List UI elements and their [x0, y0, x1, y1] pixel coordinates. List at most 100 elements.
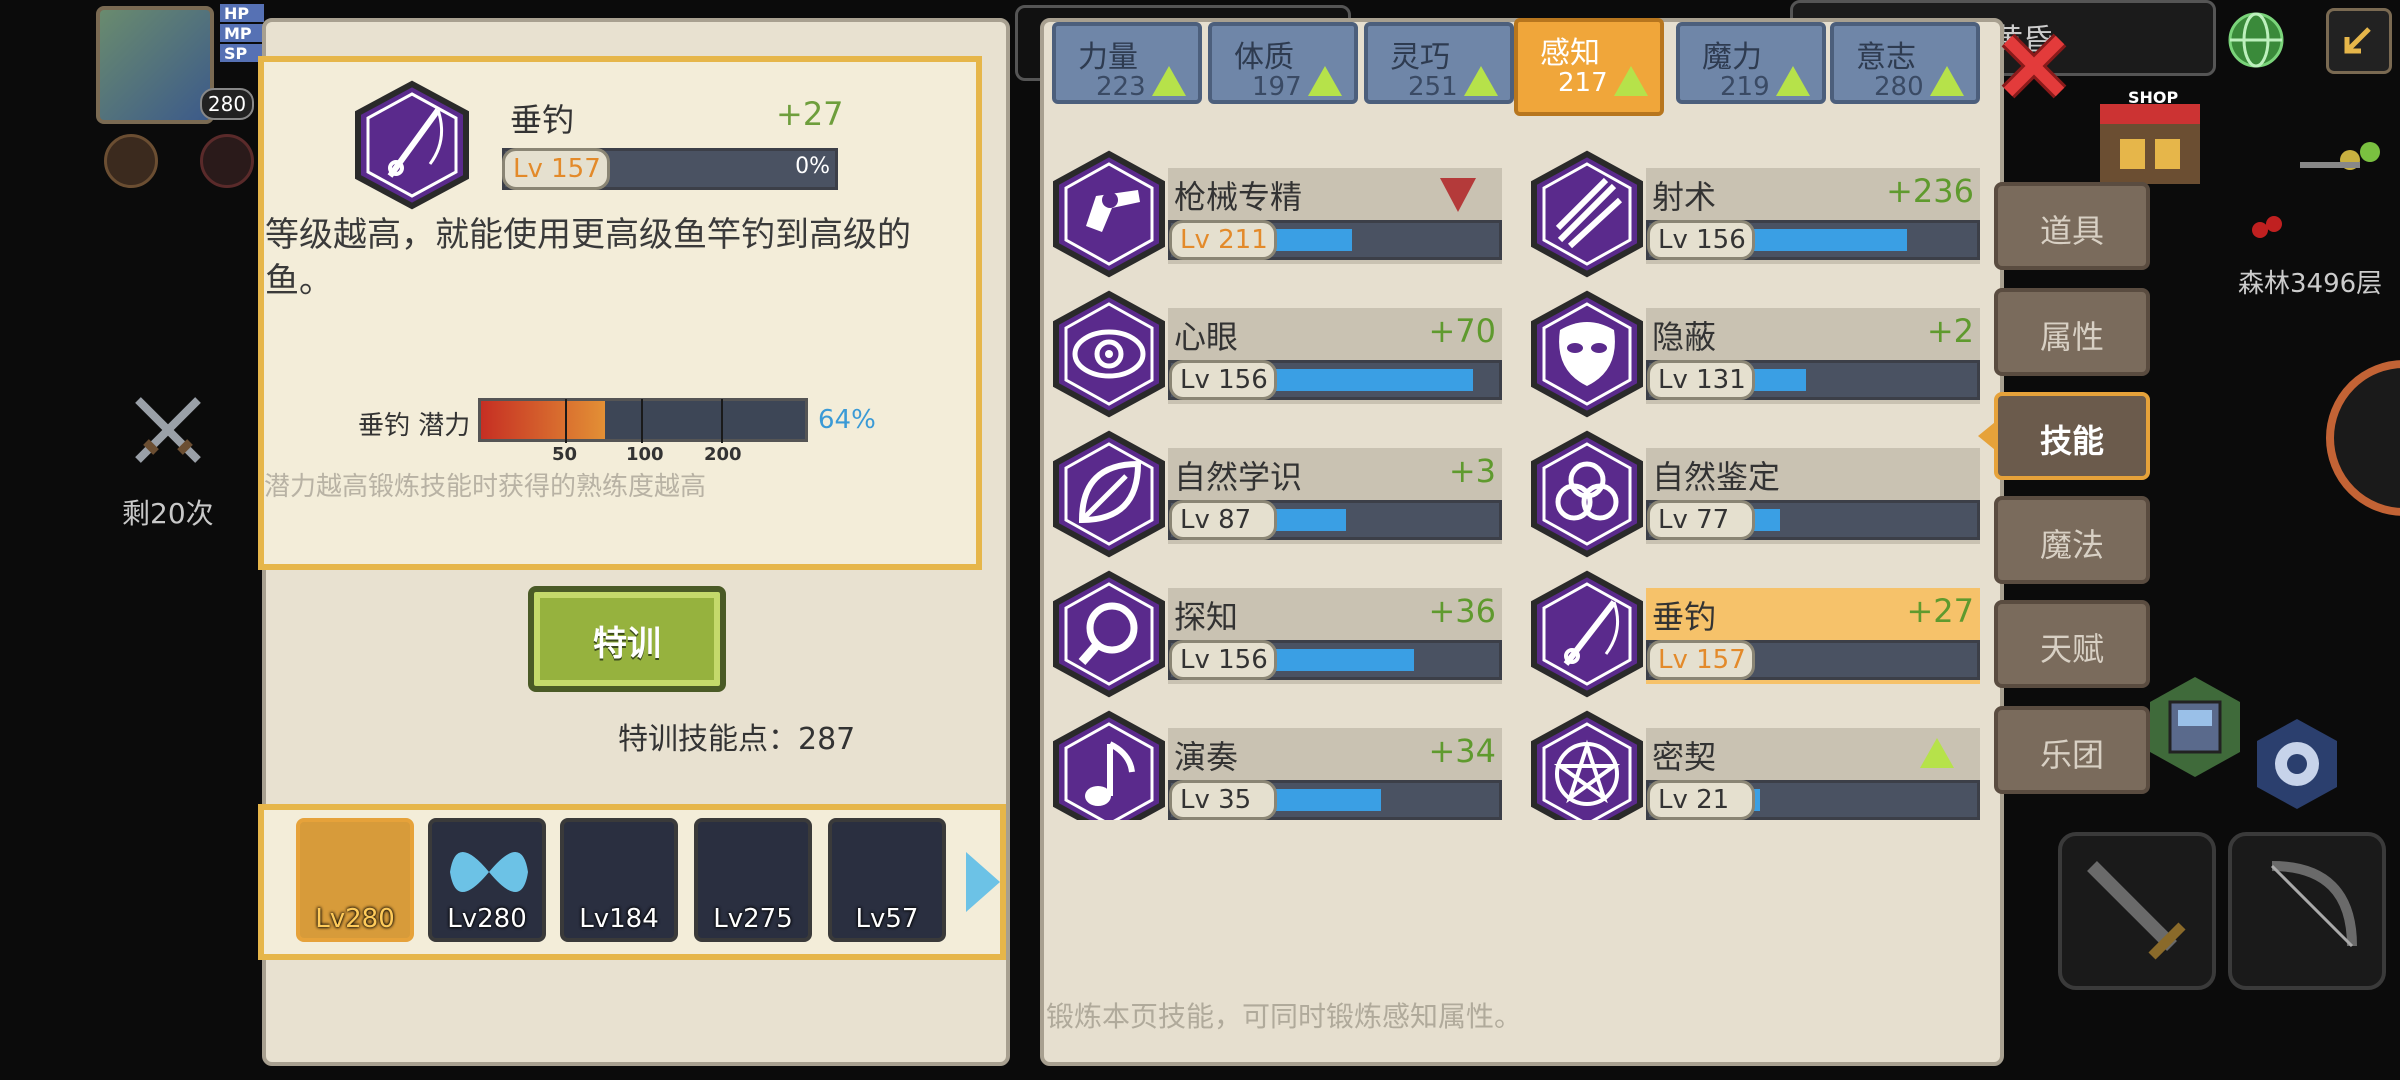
- player-portrait[interactable]: [96, 6, 214, 124]
- skill-level-bar: Lv 211: [1168, 220, 1502, 260]
- exit-icon[interactable]: [2326, 8, 2392, 74]
- potential-label: 垂钓 潜力: [358, 411, 471, 441]
- skill-bonus: +236: [1886, 172, 1974, 210]
- skill-progress-fill: [1271, 649, 1414, 671]
- globe-icon[interactable]: [2224, 8, 2288, 72]
- skill-level-bar: Lv 21: [1646, 780, 1980, 820]
- tab-will[interactable]: 意志 280: [1830, 22, 1980, 104]
- skill-item[interactable]: 演奏 +34 Lv 35: [1052, 710, 1504, 820]
- mp-label: MP: [220, 24, 264, 43]
- skill-level: Lv 156: [1169, 640, 1277, 680]
- party-member-5[interactable]: Lv57: [828, 818, 946, 942]
- tab-dexterity[interactable]: 灵巧 251: [1364, 22, 1514, 104]
- potential-bar: [478, 398, 808, 443]
- potential-tick-100: 100: [626, 444, 664, 465]
- next-party-arrow-icon[interactable]: [966, 852, 1000, 912]
- skill-item[interactable]: 自然学识 +3 Lv 87: [1052, 430, 1504, 558]
- skill-name: 隐蔽: [1652, 318, 1717, 356]
- skill-name: 探知: [1174, 598, 1239, 636]
- skill-bonus: +2: [1926, 312, 1974, 350]
- menu-label: 魔法: [2039, 526, 2104, 564]
- skill-card: 自然鉴定 Lv 77: [1646, 448, 1980, 544]
- potential-bar-fill: [481, 401, 606, 439]
- hp-label: HP: [220, 4, 264, 23]
- minimap[interactable]: [2240, 100, 2390, 250]
- tab-constitution[interactable]: 体质 197: [1208, 22, 1358, 104]
- menu-label: 天赋: [2039, 630, 2104, 668]
- special-training-button[interactable]: 特训: [528, 586, 726, 692]
- skill-progress-fill: [1749, 369, 1807, 391]
- revolver-icon: [1053, 150, 1165, 278]
- skill-level: Lv 21: [1647, 780, 1755, 820]
- party-member-1[interactable]: Lv280: [296, 818, 414, 942]
- skill-level-bar: Lv 156: [1168, 640, 1502, 680]
- skill-item[interactable]: 心眼 +70 Lv 156: [1052, 290, 1504, 418]
- tab-magic[interactable]: 魔力 219: [1676, 22, 1826, 104]
- skill-item[interactable]: 自然鉴定 Lv 77: [1530, 430, 1982, 558]
- party-member-3[interactable]: Lv184: [560, 818, 678, 942]
- tab-perception[interactable]: 感知 217: [1514, 18, 1664, 116]
- upgrade-arrow-icon: [1152, 66, 1186, 96]
- menu-items[interactable]: 道具: [1994, 182, 2150, 270]
- skill-level: Lv 156: [1169, 360, 1277, 400]
- decrease-arrow-icon[interactable]: [1440, 178, 1476, 212]
- skill-item[interactable]: 隐蔽 +2 Lv 131: [1530, 290, 1982, 418]
- skill-name: 枪械专精: [1174, 178, 1303, 216]
- weapon-slot-sword[interactable]: [2058, 832, 2216, 990]
- menu-skills[interactable]: 技能: [1994, 392, 2150, 480]
- potential-hint: 潜力越高锻炼技能时获得的熟练度越高: [264, 472, 707, 502]
- close-icon[interactable]: [1998, 30, 2070, 102]
- skill-level: Lv 35: [1169, 780, 1277, 820]
- weapon-slot-bow[interactable]: [2228, 832, 2386, 990]
- skill-item[interactable]: 探知 +36 Lv 156: [1052, 570, 1504, 698]
- tab-label: 力量: [1078, 40, 1138, 75]
- skill-level-bar: Lv 131: [1646, 360, 1980, 400]
- fishing-rod-icon: [1531, 570, 1643, 698]
- shop-icon[interactable]: SHOP: [2090, 88, 2210, 194]
- party-member-4[interactable]: Lv275: [694, 818, 812, 942]
- spider-emblem-icon[interactable]: [200, 134, 254, 188]
- menu-magic[interactable]: 魔法: [1994, 496, 2150, 584]
- menu-label: 技能: [2039, 422, 2104, 460]
- skill-item[interactable]: 密契 Lv 21: [1530, 710, 1982, 820]
- skill-level-bar: Lv 156: [1168, 360, 1502, 400]
- dungeon-floor: 森林3496层: [2238, 269, 2383, 299]
- skill-item[interactable]: 射术 +236 Lv 156: [1530, 150, 1982, 278]
- menu-attributes[interactable]: 属性: [1994, 288, 2150, 376]
- upgrade-arrow-icon: [1614, 66, 1648, 96]
- tab-label: 感知: [1540, 36, 1600, 71]
- auto-battle-icon[interactable]: [2326, 360, 2400, 516]
- tab-value: 223: [1096, 72, 1146, 102]
- tab-value: 280: [1874, 72, 1924, 102]
- arrows-icon: [1531, 150, 1643, 278]
- tab-value: 197: [1252, 72, 1302, 102]
- menu-band[interactable]: 乐团: [1994, 706, 2150, 794]
- skill-level: Lv 77: [1647, 500, 1755, 540]
- skill-name: 心眼: [1174, 318, 1239, 356]
- fishing-rod-icon: [355, 80, 469, 210]
- party-member-2[interactable]: Lv280: [428, 818, 546, 942]
- party-member-level: Lv280: [315, 904, 395, 934]
- attack-remaining-count: 剩20次: [122, 497, 214, 530]
- view-toggle-icon[interactable]: [2252, 714, 2342, 814]
- leaf-icon: [1053, 430, 1165, 558]
- tab-value: 217: [1558, 68, 1608, 98]
- shop-label: SHOP: [2128, 88, 2179, 107]
- tab-strength[interactable]: 力量 223: [1052, 22, 1202, 104]
- terminal-icon[interactable]: [2140, 672, 2250, 782]
- detail-skill-name: 垂钓: [510, 101, 575, 139]
- skill-item[interactable]: 垂钓 +27 Lv 157: [1530, 570, 1982, 698]
- training-points: 特训技能点：287: [618, 714, 855, 758]
- crossed-swords-icon[interactable]: [128, 390, 208, 470]
- music-note-icon: [1053, 710, 1165, 820]
- skill-item[interactable]: 枪械专精 Lv 211: [1052, 150, 1504, 278]
- training-points-label: 特训技能点：: [618, 722, 798, 757]
- potential-percent: 64%: [818, 405, 876, 435]
- gold-emblem-icon[interactable]: [104, 134, 158, 188]
- skill-name: 自然鉴定: [1652, 458, 1781, 496]
- skill-card: 探知 +36 Lv 156: [1168, 588, 1502, 684]
- skill-progress-fill: [1271, 509, 1346, 531]
- menu-talents[interactable]: 天赋: [1994, 600, 2150, 688]
- party-member-level: Lv275: [713, 904, 793, 934]
- increase-arrow-icon[interactable]: [1920, 738, 1954, 768]
